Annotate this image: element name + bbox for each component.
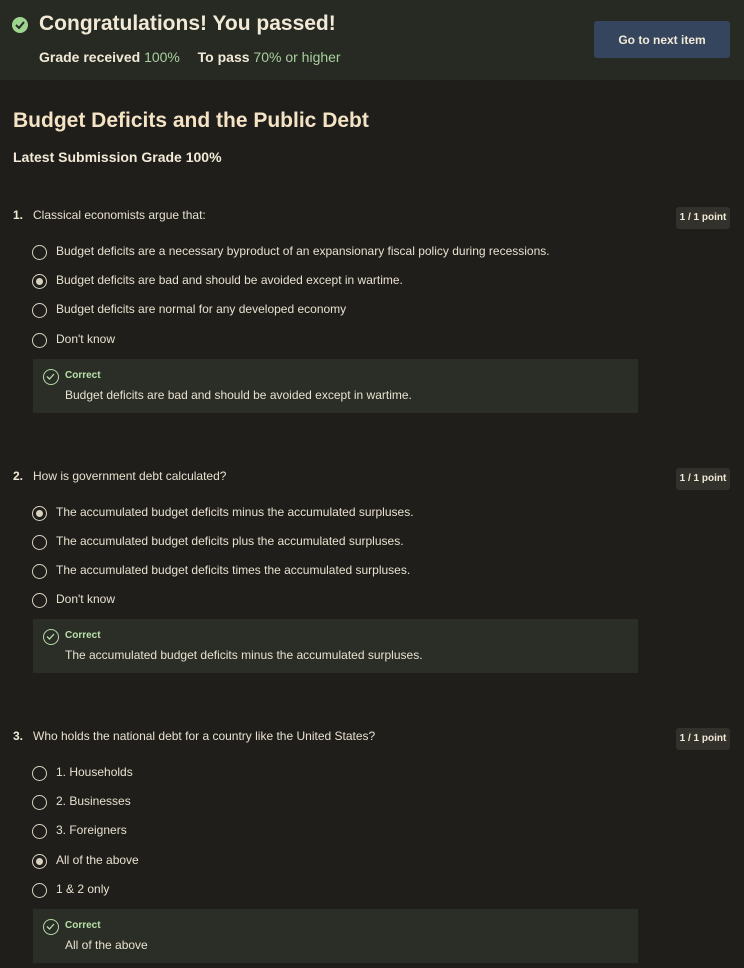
- radio-icon[interactable]: [32, 303, 47, 318]
- feedback-box: Correct All of the above: [33, 909, 638, 963]
- question-number: 3.: [13, 729, 24, 743]
- feedback-answer: Budget deficits are bad and should be av…: [65, 388, 412, 402]
- grade-received-label: Grade received: [39, 49, 141, 65]
- answer-option-label: Budget deficits are a necessary byproduc…: [56, 244, 550, 258]
- feedback-box: Correct The accumulated budget deficits m…: [33, 619, 638, 673]
- radio-icon[interactable]: [32, 535, 47, 550]
- passed-title: Congratulations! You passed!: [39, 12, 336, 35]
- answer-option-label: Budget deficits are normal for any devel…: [56, 302, 347, 316]
- points-badge: 1 / 1 point: [676, 468, 730, 490]
- feedback-answer: The accumulated budget deficits minus th…: [65, 648, 423, 662]
- radio-selected-icon[interactable]: [32, 854, 47, 869]
- radio-icon[interactable]: [32, 766, 47, 781]
- to-pass-value: 70% or higher: [253, 49, 341, 65]
- answer-option-label: The accumulated budget deficits times th…: [56, 563, 411, 577]
- radio-icon[interactable]: [32, 824, 47, 839]
- feedback-status: Correct: [65, 630, 101, 641]
- check-circle-icon: [12, 17, 28, 33]
- answer-option-label: 1. Households: [56, 765, 133, 779]
- radio-selected-icon[interactable]: [32, 274, 47, 289]
- check-outline-icon: [43, 629, 59, 645]
- question-text: How is government debt calculated?: [33, 469, 227, 483]
- question-number: 2.: [13, 469, 24, 483]
- check-outline-icon: [43, 369, 59, 385]
- question-number: 1.: [13, 208, 24, 222]
- go-to-next-item-button[interactable]: Go to next item: [594, 21, 730, 58]
- radio-icon[interactable]: [32, 564, 47, 579]
- feedback-status: Correct: [65, 920, 101, 931]
- radio-icon[interactable]: [32, 883, 47, 898]
- to-pass-label: To pass: [197, 49, 250, 65]
- answer-option-label: 1 & 2 only: [56, 882, 110, 896]
- radio-selected-icon[interactable]: [32, 506, 47, 521]
- answer-option-label: Budget deficits are bad and should be av…: [56, 273, 403, 287]
- question-text: Classical economists argue that:: [33, 208, 206, 222]
- radio-icon[interactable]: [32, 245, 47, 260]
- feedback-answer: All of the above: [65, 938, 148, 952]
- radio-icon[interactable]: [32, 333, 47, 348]
- answer-option-label: All of the above: [56, 853, 139, 867]
- radio-icon[interactable]: [32, 593, 47, 608]
- answer-option-label: The accumulated budget deficits minus th…: [56, 505, 414, 519]
- points-badge: 1 / 1 point: [676, 728, 730, 750]
- passed-banner: Congratulations! You passed! Grade recei…: [0, 0, 744, 80]
- feedback-box: Correct Budget deficits are bad and shoul…: [33, 359, 638, 413]
- answer-option-label: Don't know: [56, 332, 115, 346]
- radio-icon[interactable]: [32, 795, 47, 810]
- latest-submission-grade: Latest Submission Grade 100%: [13, 149, 222, 165]
- points-badge: 1 / 1 point: [676, 207, 730, 229]
- question-text: Who holds the national debt for a countr…: [33, 729, 376, 743]
- grade-line: Grade received 100% To pass 70% or highe…: [39, 49, 341, 65]
- page-title: Budget Deficits and the Public Debt: [13, 109, 369, 132]
- grade-received-value: 100%: [144, 49, 180, 65]
- answer-option-label: 2. Businesses: [56, 794, 131, 808]
- feedback-status: Correct: [65, 370, 101, 381]
- answer-option-label: Don't know: [56, 592, 115, 606]
- check-outline-icon: [43, 919, 59, 935]
- answer-option-label: 3. Foreigners: [56, 823, 127, 837]
- answer-option-label: The accumulated budget deficits plus the…: [56, 534, 404, 548]
